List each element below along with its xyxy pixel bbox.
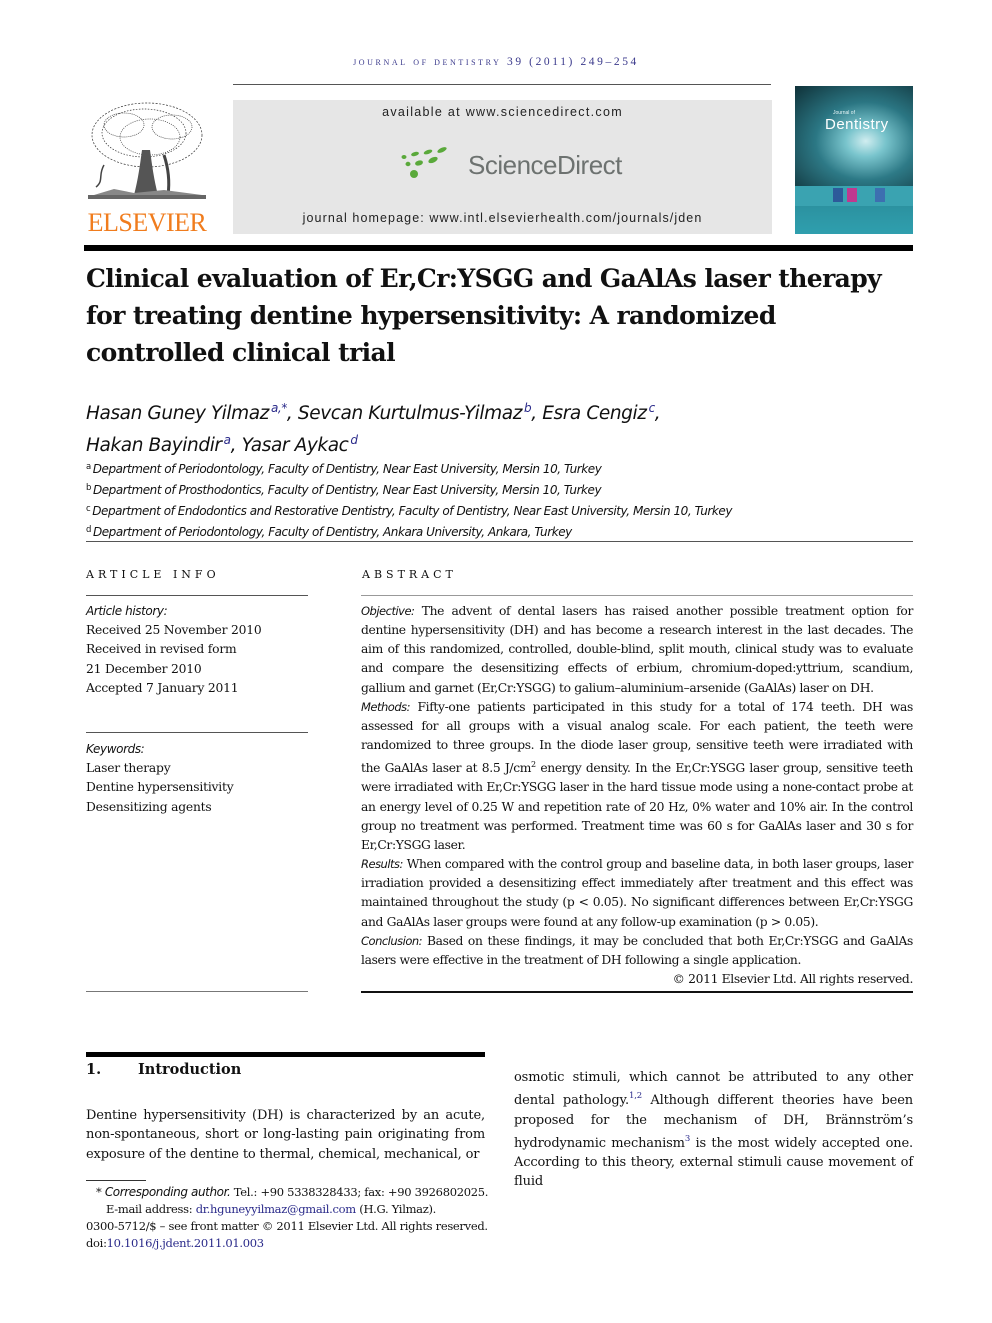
conclusion-text: Based on these findings, it may be concl… bbox=[361, 933, 913, 967]
cover-thumbnail bbox=[847, 188, 857, 202]
affiliation-key: d bbox=[86, 525, 91, 535]
doi-link[interactable]: 10.1016/j.jdent.2011.01.003 bbox=[107, 1236, 264, 1250]
abstract-results: Results: When compared with the control … bbox=[361, 855, 913, 932]
history-item: Accepted 7 January 2011 bbox=[86, 680, 239, 695]
divider bbox=[361, 595, 913, 596]
title-line: for treating dentine hypersensitivity: A… bbox=[86, 301, 776, 330]
objective-text: The advent of dental lasers has raised a… bbox=[361, 604, 914, 695]
tree-icon bbox=[88, 102, 206, 199]
doi-label: doi: bbox=[86, 1236, 107, 1250]
doi-line: doi:10.1016/j.jdent.2011.01.003 bbox=[86, 1235, 546, 1252]
body-text-right: osmotic stimuli, which cannot be attribu… bbox=[514, 1068, 913, 1192]
affiliation-item: c Department of Endodontics and Restorati… bbox=[86, 500, 906, 521]
journal-homepage-link[interactable]: journal homepage: www.intl.elsevierhealt… bbox=[233, 211, 772, 225]
elsevier-wordmark[interactable]: ELSEVIER bbox=[84, 208, 210, 238]
abstract-conclusion: Conclusion: Based on these findings, it … bbox=[361, 932, 913, 970]
affiliation-text: Department of Endodontics and Restorativ… bbox=[92, 504, 732, 518]
issn-line: 0300-5712/$ – see front matter © 2011 El… bbox=[86, 1219, 488, 1233]
author-name[interactable]: Hakan Bayindir bbox=[86, 435, 222, 456]
affiliation-key: a bbox=[86, 462, 91, 472]
author-affiliation-marker[interactable]: a,* bbox=[271, 401, 287, 415]
abstract-heading: ABSTRACT bbox=[362, 568, 457, 581]
affiliation-text: Department of Periodontology, Faculty of… bbox=[92, 525, 572, 539]
affiliation-key: c bbox=[86, 504, 91, 514]
section-title: Introduction bbox=[138, 1061, 242, 1078]
abstract-body: Objective: The advent of dental lasers h… bbox=[361, 602, 913, 989]
keyword-item[interactable]: Desensitizing agents bbox=[86, 798, 308, 817]
email-suffix: (H.G. Yilmaz). bbox=[355, 1202, 437, 1216]
article-info-heading: ARTICLE INFO bbox=[86, 568, 220, 581]
title-rule bbox=[84, 245, 913, 251]
email-link[interactable]: dr.hguneyyilmaz@gmail.com bbox=[196, 1202, 357, 1216]
author-affiliation-marker[interactable]: a bbox=[224, 433, 231, 447]
sciencedirect-logo[interactable]: ScienceDirect bbox=[400, 145, 622, 185]
section-heading: 1. Introduction bbox=[86, 1061, 241, 1078]
title-line: Clinical evaluation of Er,Cr:YSGG and Ga… bbox=[86, 264, 882, 293]
divider bbox=[361, 991, 913, 993]
corresponding-author-note: * Corresponding author. Tel.: +90 533832… bbox=[86, 1184, 546, 1201]
keywords-label: Keywords: bbox=[86, 742, 145, 756]
footnote-rule bbox=[86, 1180, 146, 1181]
article-title: Clinical evaluation of Er,Cr:YSGG and Ga… bbox=[86, 260, 906, 371]
corresponding-label: Corresponding author. bbox=[104, 1185, 231, 1199]
abstract-copyright: © 2011 Elsevier Ltd. All rights reserved… bbox=[672, 971, 914, 986]
email-note: E-mail address: dr.hguneyyilmaz@gmail.co… bbox=[86, 1201, 546, 1218]
cover-thumbnail bbox=[875, 188, 885, 202]
article-history: Article history: Received 25 November 20… bbox=[86, 602, 308, 698]
keyword-item[interactable]: Laser therapy bbox=[86, 759, 308, 778]
author-name[interactable]: Esra Cengiz bbox=[542, 403, 647, 424]
running-head: JOURNAL OF DENTISTRY 39 (2011) 249–254 bbox=[353, 56, 639, 68]
abstract-objective: Objective: The advent of dental lasers h… bbox=[361, 602, 913, 698]
affiliation-item: d Department of Periodontology, Faculty o… bbox=[86, 521, 906, 542]
author-affiliation-marker[interactable]: d bbox=[350, 433, 358, 447]
history-item: Received in revised form bbox=[86, 642, 237, 657]
author-name[interactable]: Sevcan Kurtulmus-Yilmaz bbox=[298, 403, 523, 424]
sciencedirect-wordmark: ScienceDirect bbox=[468, 149, 622, 180]
cover-thumbnail bbox=[833, 188, 843, 202]
affiliation-item: a Department of Periodontology, Faculty o… bbox=[86, 458, 906, 479]
header-rule bbox=[233, 84, 771, 85]
author-name[interactable]: Yasar Aykac bbox=[242, 435, 349, 456]
section-rule bbox=[86, 1052, 485, 1057]
author-affiliation-marker[interactable]: c bbox=[649, 401, 656, 415]
objective-label: Objective: bbox=[361, 604, 415, 618]
history-item: Received 25 November 2010 bbox=[86, 623, 262, 638]
footnote-marker: * bbox=[96, 1185, 102, 1199]
email-label: E-mail address: bbox=[106, 1202, 196, 1216]
journal-cover-image[interactable]: Journal of Dentistry bbox=[795, 86, 913, 234]
divider bbox=[86, 732, 308, 733]
divider bbox=[86, 991, 308, 992]
results-text: When compared with the control group and… bbox=[361, 857, 913, 929]
conclusion-label: Conclusion: bbox=[361, 933, 423, 948]
body-text-left: Dentine hypersensitivity (DH) is charact… bbox=[86, 1108, 485, 1162]
cover-photo bbox=[795, 86, 913, 186]
cover-title: Dentistry bbox=[825, 116, 889, 133]
history-item: 21 December 2010 bbox=[86, 661, 202, 676]
author-list: Hasan Guney Yilmaz a,*, Sevcan Kurtulmus-… bbox=[86, 401, 661, 456]
affiliation-item: b Department of Prosthodontics, Faculty o… bbox=[86, 479, 906, 500]
sciencedirect-dots-icon bbox=[401, 147, 447, 178]
keywords: Keywords: Laser therapy Dentine hypersen… bbox=[86, 740, 308, 817]
history-label: Article history: bbox=[86, 604, 168, 618]
results-label: Results: bbox=[361, 857, 403, 872]
footnotes: * Corresponding author. Tel.: +90 533832… bbox=[86, 1184, 546, 1252]
affiliation-list: a Department of Periodontology, Faculty o… bbox=[86, 458, 906, 542]
keyword-item[interactable]: Dentine hypersensitivity bbox=[86, 778, 308, 797]
author-affiliation-marker[interactable]: b bbox=[524, 401, 532, 415]
section-number: 1. bbox=[86, 1061, 102, 1078]
author-name[interactable]: Hasan Guney Yilmaz bbox=[86, 403, 269, 424]
affiliation-text: Department of Periodontology, Faculty of… bbox=[92, 462, 602, 476]
citation-link[interactable]: 1,2 bbox=[629, 1091, 642, 1101]
abstract-methods: Methods: Fifty-one patients participated… bbox=[361, 698, 913, 855]
affiliation-text: Department of Prosthodontics, Faculty of… bbox=[92, 483, 602, 497]
methods-label: Methods: bbox=[361, 699, 411, 714]
contact-info: Tel.: +90 5338328433; fax: +90 392680202… bbox=[230, 1185, 489, 1199]
divider bbox=[86, 595, 308, 596]
affiliation-key: b bbox=[86, 483, 91, 493]
title-line: controlled clinical trial bbox=[86, 338, 396, 367]
available-at-text[interactable]: available at www.sciencedirect.com bbox=[233, 105, 772, 119]
affiliation-divider bbox=[86, 541, 913, 542]
